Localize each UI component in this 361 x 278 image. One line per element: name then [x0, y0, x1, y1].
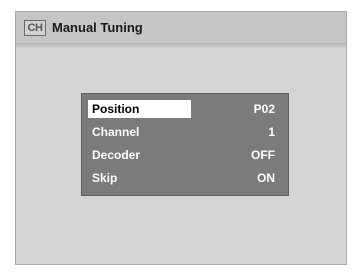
tuning-menu: Position P02 Channel 1 Decoder OFF Skip … [81, 93, 289, 196]
menu-item-skip[interactable]: Skip ON [88, 169, 287, 187]
menu-item-value: ON [257, 171, 275, 185]
menu-item-position[interactable]: Position P02 [88, 100, 287, 118]
manual-tuning-screen: CH Manual Tuning Position P02 Channel 1 … [15, 11, 347, 265]
channel-icon: CH [24, 20, 46, 36]
page-title: Manual Tuning [52, 20, 143, 35]
header-divider [16, 43, 346, 48]
menu-item-value: 1 [268, 125, 275, 139]
header-bar: CH Manual Tuning [16, 12, 346, 44]
menu-item-decoder[interactable]: Decoder OFF [88, 146, 287, 164]
menu-item-label: Channel [92, 125, 140, 139]
menu-item-label: Decoder [92, 148, 141, 162]
menu-item-label: Skip [92, 171, 118, 185]
menu-item-channel[interactable]: Channel 1 [88, 123, 287, 141]
menu-item-label: Position [92, 102, 140, 116]
menu-item-value: P02 [253, 102, 275, 116]
menu-item-value: OFF [251, 148, 275, 162]
